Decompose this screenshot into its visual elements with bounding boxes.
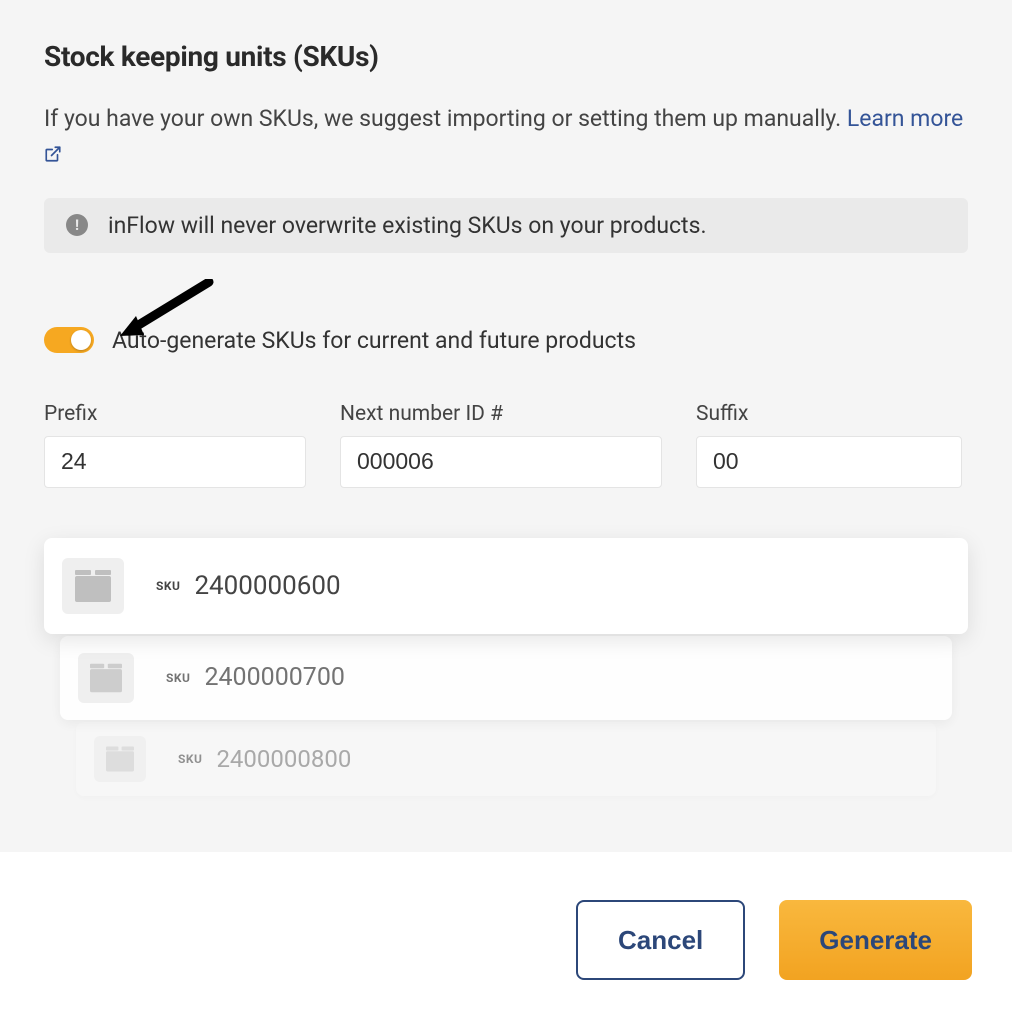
sku-badge: SKU bbox=[178, 752, 202, 766]
generate-button[interactable]: Generate bbox=[779, 900, 972, 980]
prefix-field: Prefix bbox=[44, 402, 306, 488]
toggle-knob bbox=[71, 330, 91, 350]
product-box-icon bbox=[62, 558, 124, 614]
cancel-button[interactable]: Cancel bbox=[576, 900, 745, 980]
auto-generate-label: Auto-generate SKUs for current and futur… bbox=[112, 327, 636, 354]
preview-card: SKU 2400000800 bbox=[76, 722, 936, 796]
page-title: Stock keeping units (SKUs) bbox=[44, 40, 968, 73]
sku-badge: SKU bbox=[156, 579, 180, 593]
product-box-icon bbox=[94, 736, 146, 782]
sku-value: 2400000800 bbox=[216, 745, 351, 773]
info-text: inFlow will never overwrite existing SKU… bbox=[108, 212, 707, 239]
sku-fields: Prefix Next number ID # Suffix bbox=[44, 402, 968, 488]
learn-more-label: Learn more bbox=[847, 105, 963, 132]
suffix-field: Suffix bbox=[696, 402, 962, 488]
sku-value: 2400000700 bbox=[204, 663, 345, 692]
external-link-icon bbox=[44, 138, 62, 175]
info-icon: ! bbox=[66, 214, 88, 236]
prefix-label: Prefix bbox=[44, 402, 306, 426]
sku-badge: SKU bbox=[166, 671, 190, 685]
sku-value: 2400000600 bbox=[194, 571, 340, 601]
auto-generate-toggle[interactable] bbox=[44, 327, 94, 353]
next-number-label: Next number ID # bbox=[340, 402, 662, 426]
annotation-arrow bbox=[44, 283, 968, 323]
suffix-label: Suffix bbox=[696, 402, 962, 426]
auto-generate-row: Auto-generate SKUs for current and futur… bbox=[44, 327, 968, 354]
prefix-input[interactable] bbox=[44, 436, 306, 488]
sku-settings-dialog: Stock keeping units (SKUs) If you have y… bbox=[0, 0, 1012, 1020]
info-banner: ! inFlow will never overwrite existing S… bbox=[44, 198, 968, 253]
dialog-footer: Cancel Generate bbox=[0, 852, 1012, 1020]
next-number-field: Next number ID # bbox=[340, 402, 662, 488]
product-box-icon bbox=[78, 653, 134, 703]
sku-preview-stack: SKU 2400000600 SKU 2400000700 bbox=[44, 538, 968, 798]
description-text: If you have your own SKUs, we suggest im… bbox=[44, 105, 847, 132]
preview-card: SKU 2400000600 bbox=[44, 538, 968, 634]
suffix-input[interactable] bbox=[696, 436, 962, 488]
description: If you have your own SKUs, we suggest im… bbox=[44, 101, 968, 176]
preview-card: SKU 2400000700 bbox=[60, 636, 952, 720]
next-number-input[interactable] bbox=[340, 436, 662, 488]
